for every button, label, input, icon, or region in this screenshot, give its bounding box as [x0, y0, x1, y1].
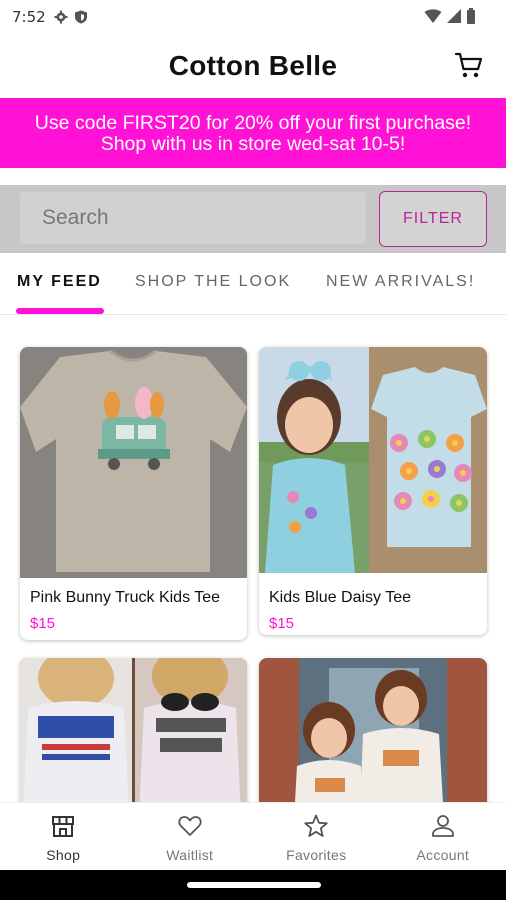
status-bar: 7:52 — [0, 0, 506, 34]
nav-label-favorites: Favorites — [286, 847, 347, 863]
nav-label-waitlist: Waitlist — [166, 847, 214, 863]
person-icon — [431, 815, 454, 837]
nav-shop[interactable]: Shop — [0, 803, 127, 870]
app-header: Cotton Belle — [0, 34, 506, 98]
nav-label-shop: Shop — [46, 847, 81, 863]
product-image-pink-bunny-truck-tee — [20, 347, 247, 578]
signal-icon — [447, 9, 461, 23]
promo-line-2: Shop with us in store wed-sat 10-5! — [100, 133, 406, 155]
search-input[interactable] — [20, 192, 366, 244]
product-name: Kids Blue Daisy Tee — [269, 589, 411, 606]
app-title: Cotton Belle — [168, 50, 338, 81]
nav-account[interactable]: Account — [380, 803, 506, 870]
system-nav-bar — [0, 870, 506, 900]
nav-label-account: Account — [416, 847, 470, 863]
product-card[interactable]: Kids Blue Daisy Tee $15 — [259, 347, 487, 635]
status-right-icons — [424, 8, 476, 24]
tab-my-feed[interactable]: MY FEED — [17, 273, 102, 291]
home-gesture-handle[interactable] — [187, 882, 321, 888]
promo-banner: Use code FIRST20 for 20% off your first … — [0, 98, 506, 168]
product-name: Pink Bunny Truck Kids Tee — [30, 589, 221, 606]
store-icon — [52, 816, 75, 837]
filter-button[interactable]: FILTER — [379, 191, 487, 247]
search-bar: FILTER — [0, 185, 506, 253]
nav-favorites[interactable]: Favorites — [253, 803, 380, 870]
product-grid: Pink Bunny Truck Kids Tee $15 Kids Blue … — [0, 340, 506, 802]
product-price: $15 — [269, 615, 295, 632]
shield-icon — [74, 10, 88, 24]
promo-line-1: Use code FIRST20 for 20% off your first … — [34, 112, 472, 134]
product-card[interactable] — [259, 658, 487, 802]
tab-shop-the-look[interactable]: SHOP THE LOOK — [135, 273, 291, 291]
product-price: $15 — [30, 615, 56, 632]
settings-gear-icon — [54, 10, 68, 24]
app-screen: 7:52 Cotton Belle Use code FIRST20 for 2… — [0, 0, 506, 900]
nav-waitlist[interactable]: Waitlist — [127, 803, 254, 870]
status-time: 7:52 — [12, 8, 46, 26]
product-card[interactable] — [20, 658, 247, 802]
active-tab-indicator — [16, 308, 104, 314]
tab-bar: MY FEED SHOP THE LOOK NEW ARRIVALS! — [0, 253, 506, 315]
bottom-nav: Shop Waitlist Favorites Account — [0, 802, 506, 870]
cart-icon[interactable] — [454, 50, 484, 80]
heart-icon — [178, 816, 202, 836]
battery-icon — [467, 8, 475, 24]
wifi-icon — [424, 9, 442, 23]
product-image-kids-blue-daisy-tee — [259, 347, 487, 573]
star-icon — [304, 814, 328, 837]
product-card[interactable]: Pink Bunny Truck Kids Tee $15 — [20, 347, 247, 640]
tab-new-arrivals[interactable]: NEW ARRIVALS! — [326, 273, 475, 291]
product-image-top-gun-tee — [20, 658, 247, 802]
product-image-kids-graphic-tee — [259, 658, 487, 802]
